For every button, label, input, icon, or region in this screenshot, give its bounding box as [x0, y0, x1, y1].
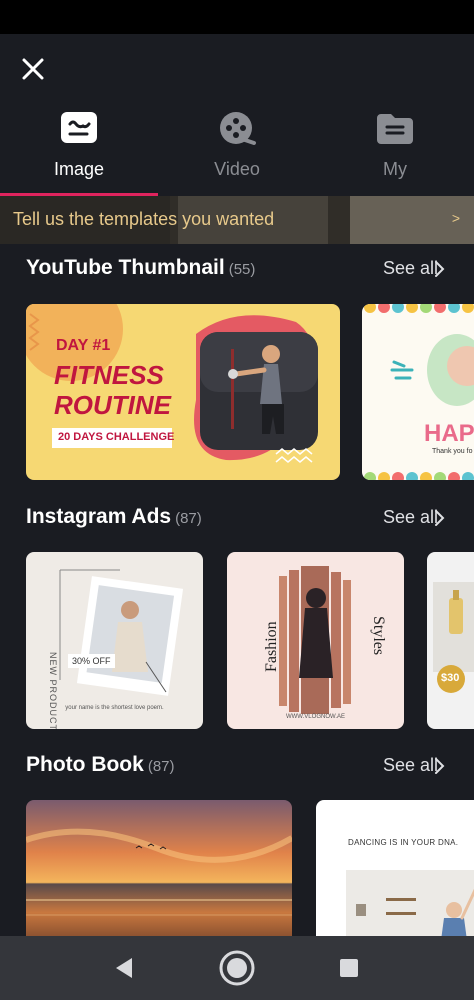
section-title-photo-book: Photo Book (87)	[26, 753, 175, 777]
chevron-right-icon[interactable]	[432, 260, 446, 278]
section-count: (55)	[228, 261, 256, 278]
happy-card-subtitle: Thank you fo	[432, 448, 473, 455]
product-price: $30	[441, 672, 460, 684]
new-product-vertical-label: NEW PRODUCT	[48, 652, 58, 729]
close-icon	[22, 58, 44, 80]
template-request-banner[interactable]: Tell us the templates you wanted >	[0, 196, 474, 244]
template-card-sunset-photo[interactable]	[26, 800, 292, 936]
tab-my[interactable]: My	[316, 110, 474, 196]
template-browser: Image Video My Tell us the templates you…	[0, 34, 474, 936]
banner-arrow-icon: >	[451, 210, 460, 226]
section-count: (87)	[175, 510, 202, 527]
fashion-left-label: Fashion	[263, 621, 280, 672]
chevron-right-icon[interactable]	[432, 509, 446, 527]
dancing-card-caption: DANCING IS IN YOUR DNA.	[348, 838, 459, 847]
dancing-card-art	[346, 870, 474, 936]
happy-card-title: HAP	[424, 420, 474, 447]
section-count: (87)	[147, 758, 175, 775]
tab-image[interactable]: Image	[0, 110, 158, 196]
template-card-dancing[interactable]: DANCING IS IN YOUR DNA.	[316, 800, 474, 936]
close-button[interactable]	[18, 54, 48, 84]
product-card-art	[433, 582, 474, 693]
banner-text: Tell us the templates you wanted	[13, 209, 275, 229]
template-card-fashion-styles[interactable]: Fashion Styles WWW.VLOGNOW.AE	[227, 552, 404, 729]
see-all-instagram-button[interactable]: See all	[383, 507, 438, 528]
tab-video[interactable]: Video	[158, 110, 316, 196]
new-product-discount: 30% OFF	[68, 654, 115, 668]
status-bar	[0, 0, 474, 34]
tab-video-label: Video	[214, 159, 260, 179]
fitness-title-line2: ROUTINE	[54, 390, 171, 420]
recents-icon[interactable]	[329, 948, 369, 988]
template-card-product-price[interactable]: $30	[427, 552, 474, 729]
template-card-new-product[interactable]: NEW PRODUCT 30% OFF your name is the sho…	[26, 552, 203, 729]
new-product-footer: your name is the shortest love poem.	[65, 705, 164, 711]
see-all-photo-book-button[interactable]: See all	[383, 755, 438, 776]
fitness-title-line1: FITNESS	[54, 360, 164, 390]
section-title-text: YouTube Thumbnail	[26, 256, 225, 279]
fashion-right-label: Styles	[370, 616, 387, 656]
tab-image-label: Image	[53, 159, 105, 179]
section-title-text: Photo Book	[26, 753, 144, 776]
section-title-youtube-thumbnail: YouTube Thumbnail (55)	[26, 256, 255, 280]
folder-icon	[377, 114, 413, 144]
fitness-badge: 20 DAYS CHALLENGE	[58, 431, 175, 443]
see-all-youtube-button[interactable]: See all	[383, 258, 438, 279]
image-icon	[61, 112, 97, 143]
template-card-fitness-routine[interactable]: DAY #1 FITNESS ROUTINE 20 DAYS CHALLENGE	[26, 304, 340, 480]
fashion-footer: WWW.VLOGNOW.AE	[285, 714, 345, 720]
home-icon[interactable]	[217, 948, 257, 988]
video-reel-icon	[220, 112, 256, 145]
fitness-day-label: DAY #1	[56, 337, 111, 354]
system-navigation-bar	[0, 936, 474, 1000]
section-title-instagram-ads: Instagram Ads (87)	[26, 505, 202, 529]
back-icon[interactable]	[104, 948, 144, 988]
template-card-happy[interactable]: HAP Thank you fo	[362, 304, 474, 480]
section-title-text: Instagram Ads	[26, 505, 172, 528]
tab-my-label: My	[383, 159, 407, 179]
sunset-photo-art	[26, 800, 292, 936]
tab-bar: Image Video My	[0, 110, 474, 196]
chevron-right-icon[interactable]	[432, 757, 446, 775]
